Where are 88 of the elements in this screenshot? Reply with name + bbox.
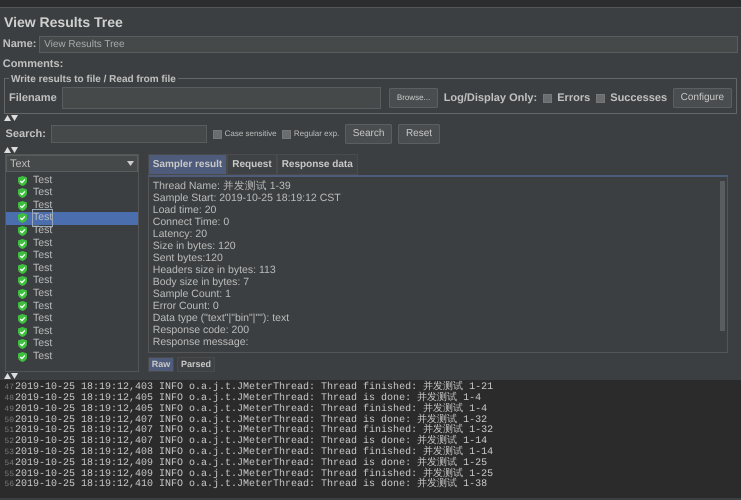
renderer-dropdown[interactable]: Text <box>6 155 138 172</box>
collapse-arrows-icon[interactable] <box>4 373 18 380</box>
line-number: 55 <box>3 470 14 480</box>
tree-item[interactable]: Test <box>6 237 138 250</box>
shield-check-icon <box>18 226 27 236</box>
line-number: 53 <box>3 448 14 459</box>
result-line: Sent bytes:120 <box>152 252 224 264</box>
tree-item[interactable]: Test <box>6 224 138 238</box>
scrollbar[interactable] <box>720 181 725 332</box>
shield-check-icon <box>18 188 27 198</box>
result-line: Connect Time: 0 <box>152 216 230 228</box>
tree-item[interactable]: Test <box>6 199 138 212</box>
search-field[interactable] <box>51 125 208 144</box>
checkbox-label: Regular exp. <box>294 128 340 140</box>
shield-check-icon <box>18 326 27 337</box>
result-line: Thread Name: 并发测试 1-39 <box>152 180 292 192</box>
shield-check-icon <box>18 339 27 350</box>
shield-check-icon <box>18 264 27 274</box>
line-number: 50 <box>3 416 14 426</box>
checkbox-label: Errors <box>557 91 590 106</box>
result-line: Size in bytes: 120 <box>152 240 237 252</box>
tree-item[interactable]: Test <box>6 312 138 326</box>
shield-check-icon <box>18 276 27 286</box>
shield-check-icon <box>18 213 27 224</box>
tree-item[interactable]: Test <box>6 300 138 313</box>
result-line: Response message: <box>152 336 250 348</box>
field-label: Name: <box>2 37 36 52</box>
line-number: 52 <box>3 437 14 448</box>
result-line: Latency: 20 <box>152 228 208 240</box>
checkbox-label: Case sensitive <box>224 128 277 140</box>
tab[interactable]: Request <box>227 154 277 176</box>
shield-check-icon <box>18 176 27 186</box>
shield-check-icon <box>18 314 27 324</box>
checkbox[interactable] <box>282 130 292 139</box>
shield-check-icon <box>18 238 27 249</box>
tree-item[interactable]: Test <box>6 288 138 300</box>
search-button[interactable]: Search <box>344 124 392 144</box>
tab[interactable]: Raw <box>148 356 174 372</box>
filename-field[interactable] <box>62 87 381 110</box>
checkbox[interactable] <box>542 94 552 103</box>
reset-button[interactable]: Reset <box>398 124 440 144</box>
result-line: Response code: 200 <box>152 324 250 336</box>
tree-item[interactable]: Test <box>6 174 138 187</box>
shield-check-icon <box>18 301 27 312</box>
shield-check-icon <box>18 352 27 362</box>
line-number: 49 <box>3 404 14 416</box>
configure-button[interactable]: Configure <box>672 88 732 108</box>
tab[interactable]: Parsed <box>177 356 216 372</box>
line-number: 56 <box>3 480 14 492</box>
shield-check-icon <box>18 288 27 299</box>
collapse-arrows-icon[interactable] <box>4 147 18 154</box>
tree-item[interactable]: Test <box>6 262 138 275</box>
result-line: Sample Count: 1 <box>152 288 232 300</box>
name-field[interactable]: View Results Tree <box>39 36 738 53</box>
tree-item[interactable]: Test <box>6 250 138 262</box>
panel-title: View Results Tree <box>3 13 124 32</box>
collapse-arrows-icon[interactable] <box>4 115 18 122</box>
checkbox-label: Successes <box>610 91 668 106</box>
tab[interactable]: Sampler result <box>148 154 228 176</box>
tree-item[interactable]: Test <box>6 275 138 288</box>
line-number: 48 <box>3 394 14 405</box>
shield-check-icon <box>18 200 27 211</box>
line-number: 54 <box>3 458 14 470</box>
checkbox[interactable] <box>212 130 222 139</box>
tree-item[interactable]: Test <box>6 186 138 200</box>
log-line: 2019-10-25 18:19:12,409 INFO o.a.j.t.JMeterThread: Thread is done: 并发测试 1-25 <box>15 458 488 469</box>
line-number: 47 <box>3 383 14 394</box>
tree-item[interactable]: Test <box>6 325 138 338</box>
checkbox[interactable] <box>596 94 605 103</box>
result-line: Error Count: 0 <box>152 300 220 312</box>
browse-button[interactable]: Browse... <box>388 88 438 108</box>
result-line: Body size in bytes: 7 <box>152 276 250 288</box>
shield-check-icon <box>18 251 27 262</box>
tree-item[interactable]: Test <box>6 350 138 364</box>
tab[interactable]: Response data <box>276 154 358 176</box>
result-line: Headers size in bytes: 113 <box>152 264 277 276</box>
line-number: 51 <box>3 426 14 438</box>
tree-item[interactable]: Test <box>6 338 138 351</box>
caret-icon <box>127 161 134 166</box>
field-label: Comments: <box>2 56 64 72</box>
log-line: 2019-10-25 18:19:12,410 INFO o.a.j.t.JMeterThread: Thread is done: 并发测试 1-38 <box>15 479 488 490</box>
field-label: Filename <box>9 91 57 106</box>
result-line: Data type ("text"|"bin"|""): text <box>152 312 290 324</box>
log-line: 2019-10-25 18:19:12,405 INFO o.a.j.t.JMeterThread: Thread finished: 并发测试 1-4 <box>15 404 488 415</box>
log-display-label: Log/Display Only: <box>444 91 538 106</box>
search-label: Search: <box>6 127 46 142</box>
result-line: Sample Start: 2019-10-25 18:19:12 CST <box>152 192 342 204</box>
result-line: Load time: 20 <box>152 204 218 216</box>
